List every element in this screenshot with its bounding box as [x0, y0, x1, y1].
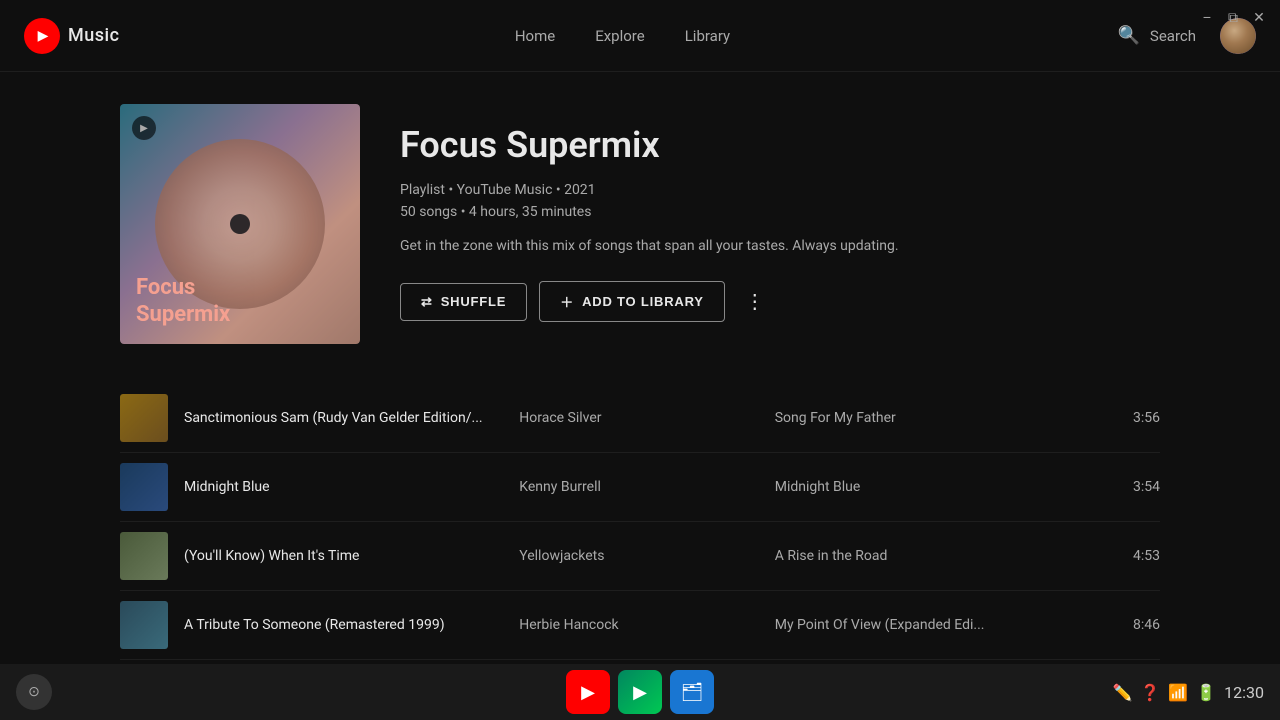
help-icon: ❓	[1140, 683, 1160, 702]
shuffle-button[interactable]: ⇄ SHUFFLE	[400, 283, 527, 321]
song-list: Sanctimonious Sam (Rudy Van Gelder Editi…	[120, 384, 1160, 664]
taskbar-launcher[interactable]: ⊙	[16, 674, 52, 710]
song-thumbnail	[120, 394, 168, 442]
song-row[interactable]: (You'll Know) When It's Time Yellowjacke…	[120, 522, 1160, 591]
song-artist: Horace Silver	[519, 410, 774, 426]
song-artist: Yellowjackets	[519, 548, 774, 564]
files-icon: 🗂	[681, 682, 704, 703]
nav-library[interactable]: Library	[685, 23, 730, 49]
playlist-artwork: ▶ Focus Supermix	[120, 104, 360, 344]
taskbar-yt-music[interactable]: ▶	[566, 670, 610, 714]
shuffle-icon: ⇄	[421, 294, 433, 310]
yt-music-icon: ▶	[581, 682, 595, 703]
playlist-meta-line1: Playlist • YouTube Music • 2021	[400, 182, 1160, 198]
playlist-description: Get in the zone with this mix of songs t…	[400, 236, 900, 257]
taskbar-play-store[interactable]: ▶	[618, 670, 662, 714]
pen-icon: ✏️	[1112, 683, 1132, 702]
nav-home[interactable]: Home	[515, 23, 555, 49]
song-duration: 3:56	[1110, 410, 1160, 426]
song-row[interactable]: A Tribute To Someone (Remastered 1999) H…	[120, 591, 1160, 660]
maximize-button[interactable]: ⧉	[1224, 8, 1242, 26]
battery-icon: 🔋	[1196, 683, 1216, 702]
title-bar: − ⧉ ✕	[1186, 0, 1280, 34]
logo-icon	[24, 18, 60, 54]
taskbar-files[interactable]: 🗂	[670, 670, 714, 714]
playlist-art-title: Focus Supermix	[136, 275, 230, 328]
nav-explore[interactable]: Explore	[595, 23, 645, 49]
song-row[interactable]: Sanctimonious Sam (Rudy Van Gelder Editi…	[120, 384, 1160, 453]
add-library-label: ADD TO LIBRARY	[582, 294, 704, 309]
shuffle-label: SHUFFLE	[441, 294, 507, 309]
header: Music Home Explore Library 🔍 Search	[0, 0, 1280, 72]
song-album: Midnight Blue	[775, 479, 1110, 495]
logo-text: Music	[68, 25, 120, 46]
song-title: Sanctimonious Sam (Rudy Van Gelder Editi…	[184, 410, 519, 426]
song-title: Midnight Blue	[184, 479, 519, 495]
playlist-meta-line2: 50 songs • 4 hours, 35 minutes	[400, 204, 1160, 220]
playlist-title: Focus Supermix	[400, 124, 1160, 166]
main-nav: Home Explore Library	[168, 23, 1078, 49]
song-album: A Rise in the Road	[775, 548, 1110, 564]
song-title: (You'll Know) When It's Time	[184, 548, 519, 564]
playlist-actions: ⇄ SHUFFLE ＋ ADD TO LIBRARY ⋮	[400, 281, 1160, 322]
song-thumbnail	[120, 532, 168, 580]
song-thumbnail	[120, 601, 168, 649]
song-artist: Herbie Hancock	[519, 617, 774, 633]
minimize-button[interactable]: −	[1198, 8, 1216, 26]
song-duration: 4:53	[1110, 548, 1160, 564]
song-duration: 8:46	[1110, 617, 1160, 633]
song-album: My Point Of View (Expanded Edi...	[775, 617, 1110, 633]
song-artist: Kenny Burrell	[519, 479, 774, 495]
song-title: A Tribute To Someone (Remastered 1999)	[184, 617, 519, 633]
add-to-library-button[interactable]: ＋ ADD TO LIBRARY	[539, 281, 725, 322]
logo[interactable]: Music	[24, 18, 120, 54]
song-row[interactable]: Midnight Blue Kenny Burrell Midnight Blu…	[120, 453, 1160, 522]
close-button[interactable]: ✕	[1250, 8, 1268, 26]
search-icon[interactable]: 🔍	[1118, 25, 1140, 46]
main-content: ▶ Focus Supermix Focus Supermix Playlist…	[0, 72, 1280, 664]
playlist-hero: ▶ Focus Supermix Focus Supermix Playlist…	[120, 104, 1160, 344]
song-duration: 3:54	[1110, 479, 1160, 495]
taskbar-left: ⊙	[16, 674, 52, 710]
search-area: 🔍 Search	[1118, 25, 1197, 46]
more-options-button[interactable]: ⋮	[737, 281, 773, 322]
playlist-info: Focus Supermix Playlist • YouTube Music …	[400, 104, 1160, 344]
add-library-icon: ＋	[560, 292, 574, 311]
taskbar-icons: ▶ ▶ 🗂	[566, 670, 714, 714]
taskbar-right: ✏️ ❓ 📶 🔋 12:30	[1112, 683, 1264, 702]
song-thumbnail	[120, 463, 168, 511]
clock: 12:30	[1224, 683, 1264, 702]
playlist-type-icon: ▶	[132, 116, 156, 140]
wifi-icon: 📶	[1168, 683, 1188, 702]
song-album: Song For My Father	[775, 410, 1110, 426]
taskbar: ⊙ ▶ ▶ 🗂 ✏️ ❓ 📶 🔋 12:30	[0, 664, 1280, 720]
play-store-icon: ▶	[633, 682, 647, 703]
